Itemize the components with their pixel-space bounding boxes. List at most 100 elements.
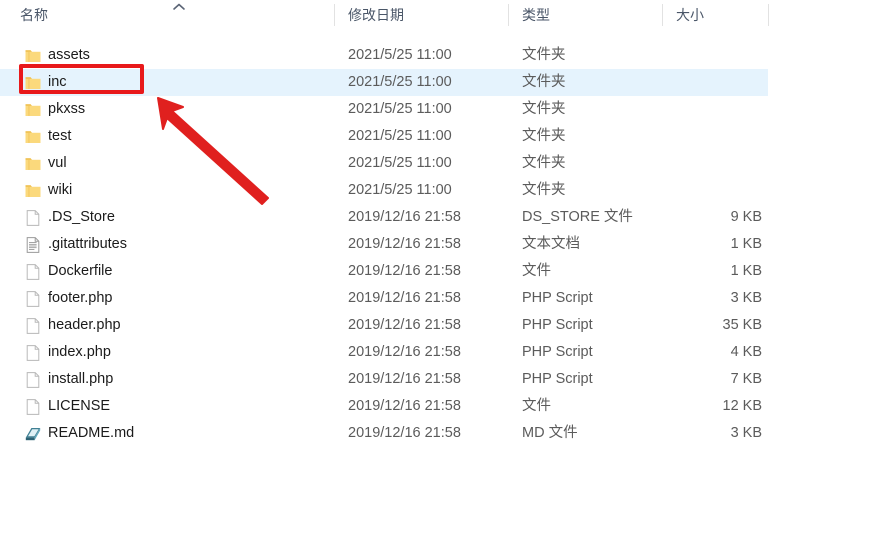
cell-size	[662, 96, 762, 123]
column-header-name[interactable]: 名称	[20, 0, 48, 30]
table-row[interactable]: wiki 2021/5/25 11:00 文件夹	[0, 177, 894, 204]
cell-type: PHP Script	[522, 344, 593, 360]
cell-date: 2021/5/25 11:00	[348, 47, 452, 63]
cell-date: 2021/5/25 11:00	[348, 155, 452, 171]
cell-name: inc	[48, 74, 67, 90]
row-icon-cell	[24, 285, 44, 312]
cell-name: test	[48, 128, 72, 144]
text-document-icon	[24, 236, 42, 254]
cell-type: MD 文件	[522, 425, 578, 441]
cell-name: assets	[48, 47, 90, 63]
cell-size	[662, 177, 762, 204]
table-row[interactable]: install.php 2019/12/16 21:58 PHP Script 7 K…	[0, 366, 894, 393]
column-divider-2[interactable]	[508, 4, 509, 26]
table-row[interactable]: header.php 2019/12/16 21:58 PHP Script 35 K…	[0, 312, 894, 339]
table-row[interactable]: footer.php 2019/12/16 21:58 PHP Script 3 KB	[0, 285, 894, 312]
cell-type: 文件夹	[522, 155, 566, 171]
table-row[interactable]: pkxss 2021/5/25 11:00 文件夹	[0, 96, 894, 123]
markdown-file-icon	[24, 425, 42, 443]
folder-icon	[24, 101, 42, 119]
column-header-size[interactable]: 大小	[676, 0, 704, 30]
row-icon-cell	[24, 204, 44, 231]
column-header-type[interactable]: 类型	[522, 0, 550, 30]
cell-date: 2021/5/25 11:00	[348, 182, 452, 198]
cell-name: footer.php	[48, 290, 113, 306]
cell-size: 1 KB	[730, 236, 762, 252]
cell-date: 2021/5/25 11:00	[348, 128, 452, 144]
column-header-bar: 名称 修改日期 类型 大小	[0, 0, 894, 30]
cell-date: 2019/12/16 21:58	[348, 209, 461, 225]
column-divider-1[interactable]	[334, 4, 335, 26]
cell-size	[662, 69, 762, 96]
table-row[interactable]: .gitattributes 2019/12/16 21:58 文本文档 1 KB	[0, 231, 894, 258]
cell-size: 1 KB	[730, 263, 762, 279]
cell-name: .DS_Store	[48, 209, 115, 225]
table-row[interactable]: assets 2021/5/25 11:00 文件夹	[0, 42, 894, 69]
cell-name: index.php	[48, 344, 111, 360]
table-row[interactable]: .DS_Store 2019/12/16 21:58 DS_STORE 文件 9 KB	[0, 204, 894, 231]
table-row[interactable]: inc 2021/5/25 11:00 文件夹	[0, 69, 894, 96]
cell-size: 4 KB	[730, 344, 762, 360]
cell-type: 文件夹	[522, 101, 566, 117]
cell-date: 2021/5/25 11:00	[348, 101, 452, 117]
cell-type: 文件	[522, 398, 551, 414]
cell-name: header.php	[48, 317, 121, 333]
cell-name: install.php	[48, 371, 114, 387]
table-row[interactable]: vul 2021/5/25 11:00 文件夹	[0, 150, 894, 177]
table-row[interactable]: Dockerfile 2019/12/16 21:58 文件 1 KB	[0, 258, 894, 285]
cell-size: 3 KB	[730, 290, 762, 306]
blank-file-icon	[24, 290, 42, 308]
row-icon-cell	[24, 231, 44, 258]
row-icon-cell	[24, 312, 44, 339]
table-row[interactable]: README.md 2019/12/16 21:58 MD 文件 3 KB	[0, 420, 894, 447]
file-list: assets 2021/5/25 11:00 文件夹 inc 2021/5/25 11…	[0, 42, 894, 447]
row-icon-cell	[24, 42, 44, 69]
blank-file-icon	[24, 263, 42, 281]
cell-size	[662, 123, 762, 150]
cell-name: Dockerfile	[48, 263, 113, 279]
row-icon-cell	[24, 96, 44, 123]
cell-size: 9 KB	[730, 209, 762, 225]
blank-file-icon	[24, 398, 42, 416]
folder-icon	[24, 128, 42, 146]
column-divider-4[interactable]	[768, 4, 769, 26]
row-icon-cell	[24, 393, 44, 420]
cell-size	[662, 150, 762, 177]
cell-size	[662, 42, 762, 69]
folder-icon	[24, 155, 42, 173]
row-icon-cell	[24, 123, 44, 150]
cell-date: 2019/12/16 21:58	[348, 290, 461, 306]
row-icon-cell	[24, 69, 44, 96]
row-icon-cell	[24, 258, 44, 285]
header-underline	[0, 29, 894, 30]
chevron-up-icon	[172, 2, 186, 12]
file-explorer-window: 名称 修改日期 类型 大小 assets 2021/5/25 11:00 文件夹 i	[0, 0, 894, 547]
blank-file-icon	[24, 371, 42, 389]
cell-size: 35 KB	[722, 317, 763, 333]
blank-file-icon	[24, 317, 42, 335]
cell-date: 2021/5/25 11:00	[348, 74, 452, 90]
column-divider-3[interactable]	[662, 4, 663, 26]
cell-size: 7 KB	[730, 371, 762, 387]
cell-name: vul	[48, 155, 67, 171]
column-header-date[interactable]: 修改日期	[348, 0, 404, 30]
cell-name: pkxss	[48, 101, 86, 117]
table-row[interactable]: index.php 2019/12/16 21:58 PHP Script 4 KB	[0, 339, 894, 366]
cell-name: .gitattributes	[48, 236, 127, 252]
blank-file-icon	[24, 344, 42, 362]
cell-type: PHP Script	[522, 317, 593, 333]
cell-date: 2019/12/16 21:58	[348, 398, 461, 414]
table-row[interactable]: test 2021/5/25 11:00 文件夹	[0, 123, 894, 150]
cell-name: wiki	[48, 182, 73, 198]
table-row[interactable]: LICENSE 2019/12/16 21:58 文件 12 KB	[0, 393, 894, 420]
folder-icon	[24, 182, 42, 200]
cell-type: 文件	[522, 263, 551, 279]
cell-size: 3 KB	[730, 425, 762, 441]
row-icon-cell	[24, 177, 44, 204]
cell-type: 文件夹	[522, 182, 566, 198]
cell-date: 2019/12/16 21:58	[348, 344, 461, 360]
cell-name: README.md	[48, 425, 135, 441]
cell-type: 文件夹	[522, 74, 566, 90]
row-icon-cell	[24, 420, 44, 447]
cell-date: 2019/12/16 21:58	[348, 236, 461, 252]
